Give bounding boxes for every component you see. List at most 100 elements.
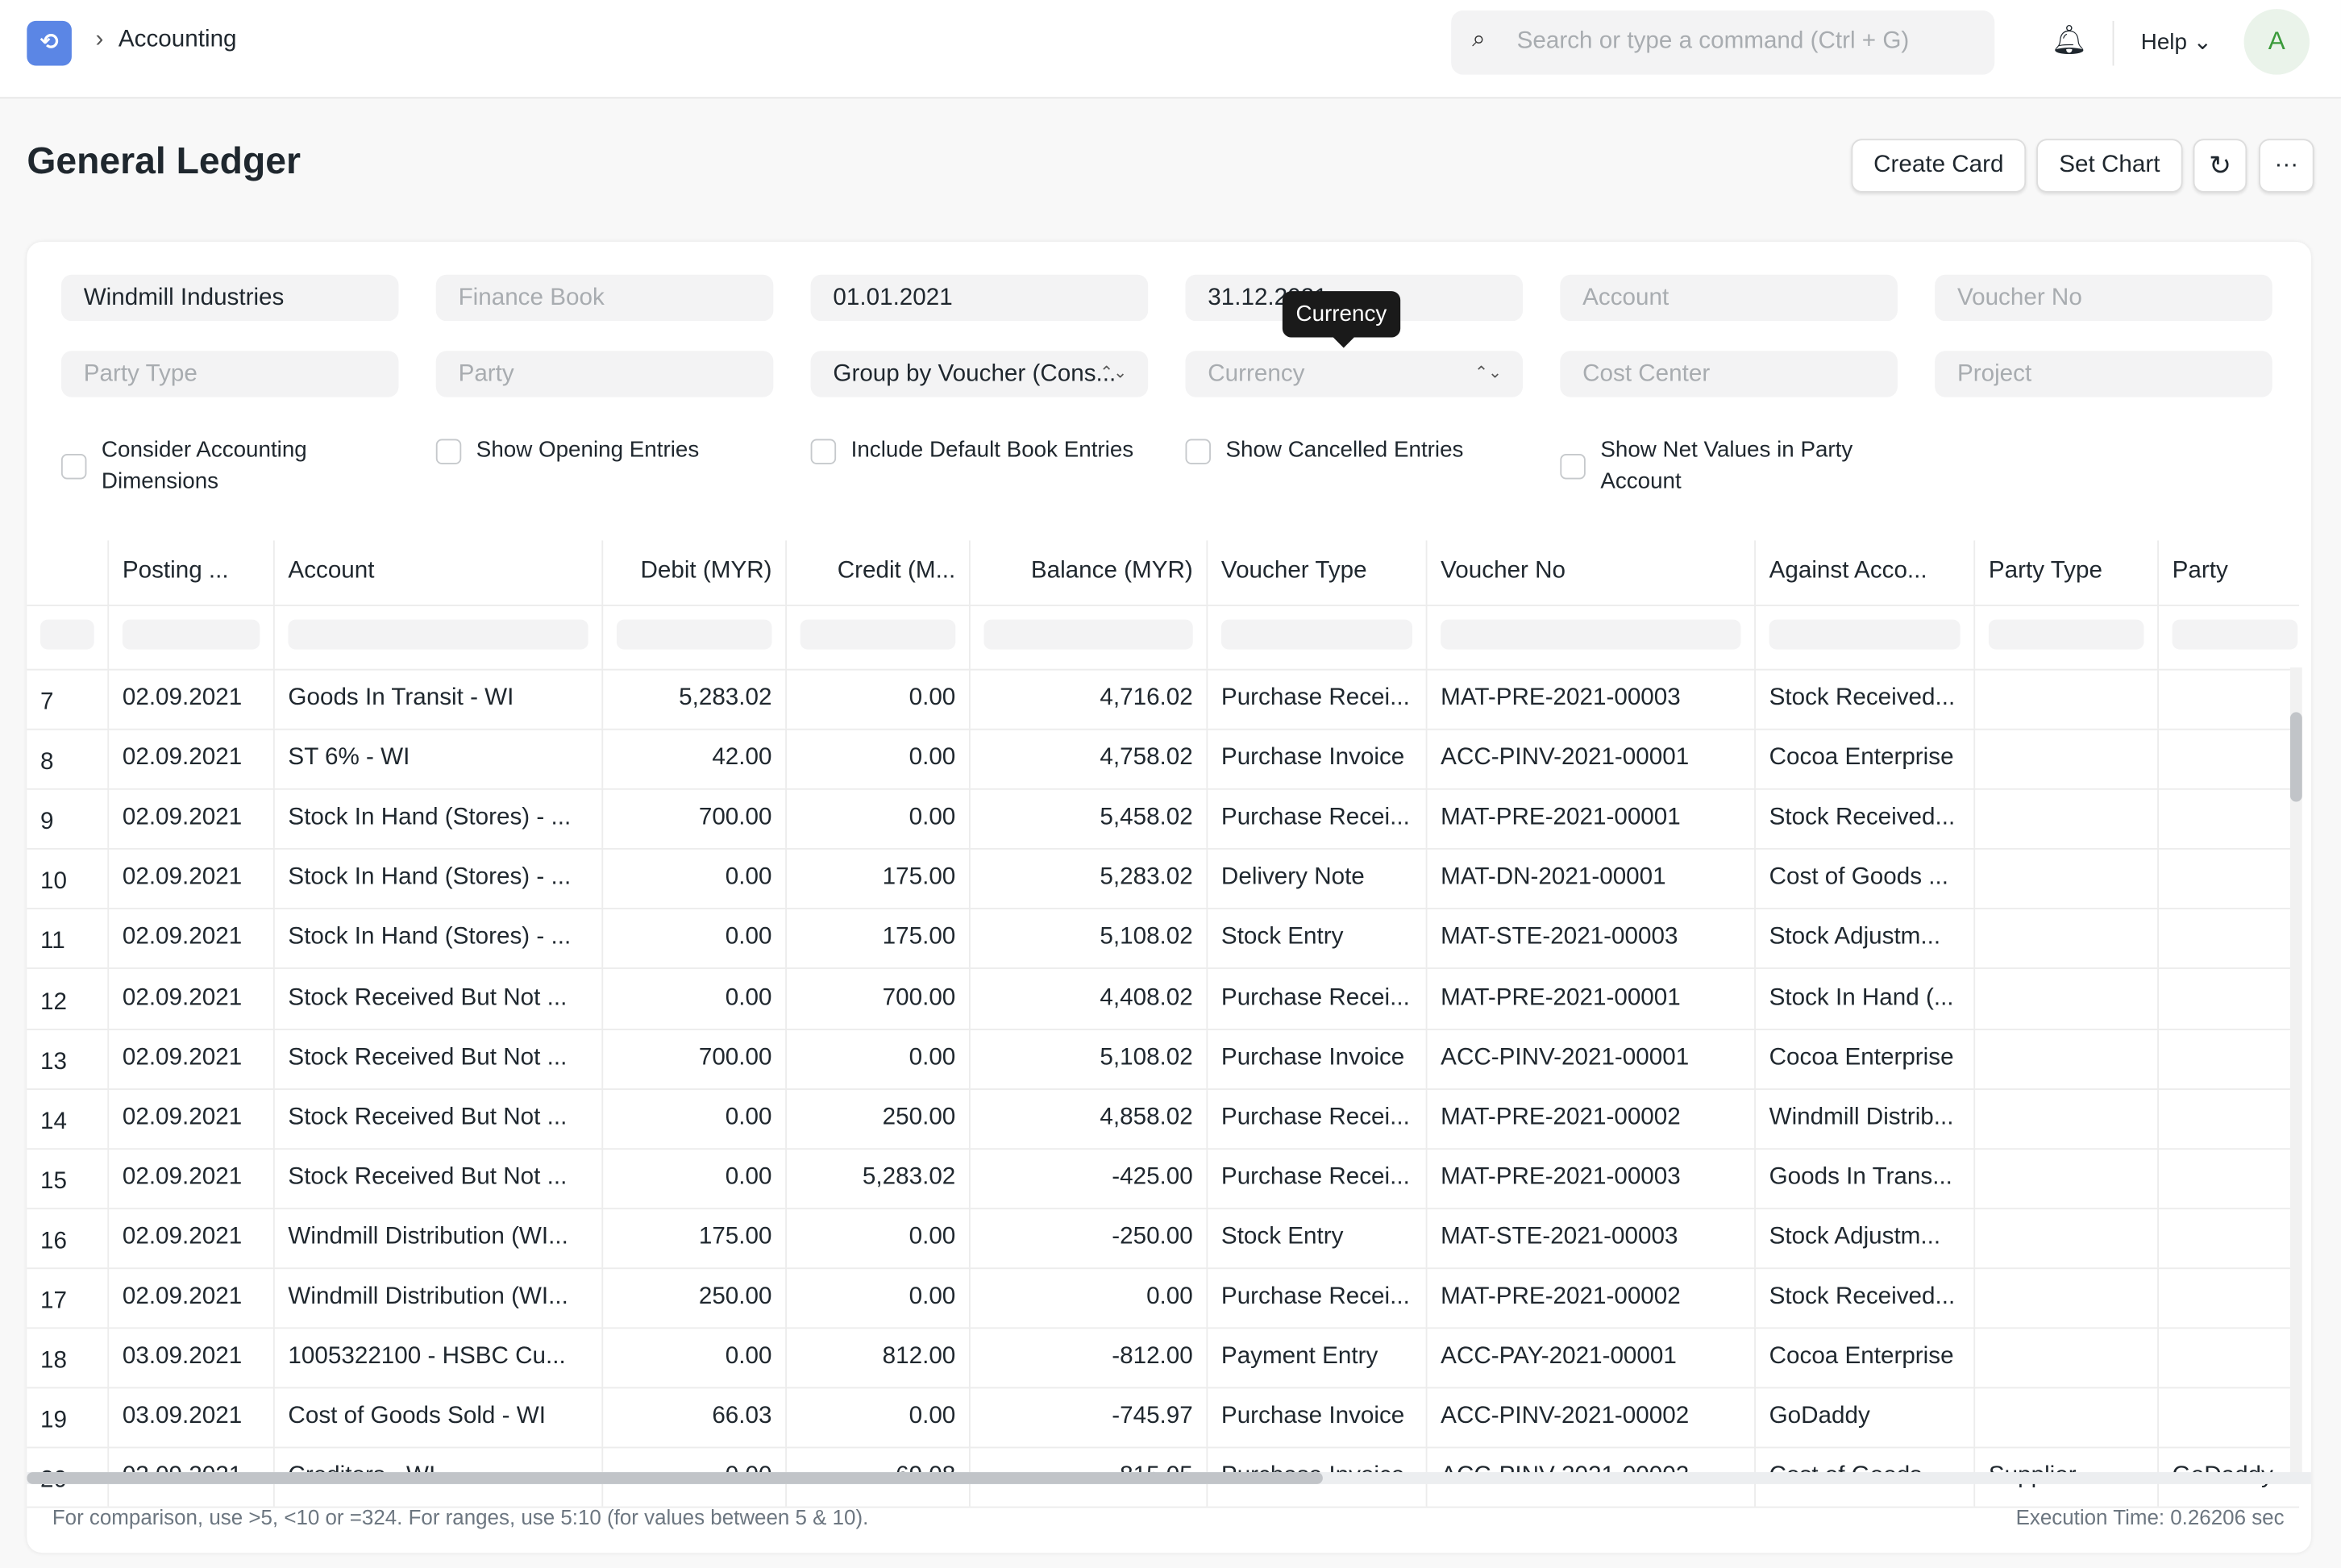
voucher-no-field[interactable]: Voucher No bbox=[1935, 274, 2272, 322]
table-cell[interactable]: 0.00 bbox=[785, 1208, 969, 1268]
table-cell[interactable]: 5,108.02 bbox=[968, 1028, 1206, 1088]
table-cell[interactable] bbox=[2157, 1387, 2311, 1447]
table-cell[interactable] bbox=[2157, 668, 2311, 729]
table-cell[interactable]: ST 6% - WI bbox=[272, 728, 601, 789]
table-cell[interactable]: Stock Received But Not ... bbox=[272, 1028, 601, 1088]
table-cell[interactable]: Purchase Recei... bbox=[1206, 968, 1425, 1029]
refresh-icon[interactable]: ↻ bbox=[2193, 139, 2247, 193]
table-cell[interactable]: 1005322100 - HSBC Cu... bbox=[272, 1327, 601, 1387]
set-chart-button[interactable]: Set Chart bbox=[2036, 139, 2183, 193]
table-cell[interactable] bbox=[1973, 728, 2157, 789]
table-cell[interactable]: 5,458.02 bbox=[968, 788, 1206, 849]
table-cell[interactable]: Windmill Distribution (WI... bbox=[272, 1267, 601, 1328]
table-cell[interactable]: 4,758.02 bbox=[968, 728, 1206, 789]
table-cell[interactable]: Purchase Invoice bbox=[1206, 1028, 1425, 1088]
table-cell[interactable] bbox=[1973, 1147, 2157, 1208]
table-cell[interactable]: Stock Adjustm... bbox=[1754, 1208, 1973, 1268]
breadcrumb[interactable]: › Accounting bbox=[96, 27, 237, 53]
table-cell[interactable]: Delivery Note bbox=[1206, 848, 1425, 909]
table-cell[interactable]: 0.00 bbox=[968, 1267, 1206, 1328]
cost-center-field[interactable]: Cost Center bbox=[1560, 351, 1898, 397]
column-header[interactable]: Voucher Type bbox=[1206, 540, 1425, 605]
from-date-field[interactable]: 01.01.2021 bbox=[810, 274, 1149, 322]
table-cell[interactable] bbox=[2157, 788, 2311, 849]
finance-book-field[interactable]: Finance Book bbox=[435, 274, 774, 322]
column-filter-input[interactable] bbox=[1754, 605, 1973, 669]
column-filter-input[interactable] bbox=[1973, 605, 2157, 669]
table-cell[interactable]: 0.00 bbox=[601, 1327, 785, 1387]
table-cell[interactable] bbox=[2157, 728, 2311, 789]
horizontal-scrollbar[interactable] bbox=[27, 1472, 2311, 1484]
table-cell[interactable] bbox=[1973, 908, 2157, 968]
company-field[interactable]: Windmill Industries bbox=[60, 274, 399, 322]
table-cell[interactable] bbox=[2157, 908, 2311, 968]
column-filter-input[interactable] bbox=[27, 605, 107, 669]
table-cell[interactable]: 5,108.02 bbox=[968, 908, 1206, 968]
table-cell[interactable]: MAT-PRE-2021-00001 bbox=[1425, 968, 1754, 1029]
table-cell[interactable]: 02.09.2021 bbox=[107, 788, 273, 849]
column-filter-input[interactable] bbox=[968, 605, 1206, 669]
table-cell[interactable]: 0.00 bbox=[601, 968, 785, 1029]
column-filter-input[interactable] bbox=[107, 605, 273, 669]
column-header[interactable]: Debit (MYR) bbox=[601, 540, 785, 605]
table-cell[interactable]: 4,716.02 bbox=[968, 668, 1206, 729]
table-cell[interactable]: Purchase Recei... bbox=[1206, 788, 1425, 849]
table-cell[interactable]: Cost of Goods ... bbox=[1754, 848, 1973, 909]
table-cell[interactable]: Cocoa Enterprise bbox=[1754, 728, 1973, 789]
table-cell[interactable] bbox=[2157, 1267, 2311, 1328]
column-header[interactable]: Account bbox=[272, 540, 601, 605]
table-cell[interactable]: Purchase Recei... bbox=[1206, 1088, 1425, 1148]
table-cell[interactable]: MAT-PRE-2021-00002 bbox=[1425, 1088, 1754, 1148]
column-header[interactable]: Credit (M... bbox=[785, 540, 969, 605]
table-cell[interactable]: Windmill Distribution (WI... bbox=[272, 1208, 601, 1268]
column-header[interactable]: Against Acco... bbox=[1754, 540, 1973, 605]
search-input[interactable]: ⌕ Search or type a command (Ctrl + G) bbox=[1451, 10, 1995, 75]
column-filter-input[interactable] bbox=[2157, 605, 2311, 669]
table-cell[interactable]: 66.03 bbox=[601, 1387, 785, 1447]
table-cell[interactable]: Purchase Invoice bbox=[1206, 1387, 1425, 1447]
column-filter-input[interactable] bbox=[785, 605, 969, 669]
row-index[interactable]: 14 bbox=[27, 1088, 107, 1148]
row-index[interactable]: 16 bbox=[27, 1208, 107, 1267]
table-cell[interactable] bbox=[2157, 1208, 2311, 1268]
table-cell[interactable]: -812.00 bbox=[968, 1327, 1206, 1387]
table-cell[interactable]: Stock In Hand (Stores) - ... bbox=[272, 908, 601, 968]
table-cell[interactable] bbox=[1973, 1088, 2157, 1148]
table-cell[interactable]: 0.00 bbox=[785, 1267, 969, 1328]
table-cell[interactable]: Stock Received But Not ... bbox=[272, 1147, 601, 1208]
project-field[interactable]: Project bbox=[1935, 351, 2272, 397]
table-cell[interactable]: Stock Adjustm... bbox=[1754, 908, 1973, 968]
table-cell[interactable]: Stock In Hand (Stores) - ... bbox=[272, 788, 601, 849]
table-cell[interactable]: Purchase Invoice bbox=[1206, 728, 1425, 789]
table-cell[interactable]: 02.09.2021 bbox=[107, 848, 273, 909]
table-cell[interactable]: 700.00 bbox=[601, 1028, 785, 1088]
table-cell[interactable]: Stock Received... bbox=[1754, 1267, 1973, 1328]
table-cell[interactable]: 02.09.2021 bbox=[107, 1267, 273, 1328]
account-field[interactable]: Account bbox=[1560, 274, 1898, 322]
table-cell[interactable]: GoDaddy bbox=[1754, 1387, 1973, 1447]
table-cell[interactable] bbox=[1973, 1327, 2157, 1387]
table-cell[interactable]: Cocoa Enterprise bbox=[1754, 1327, 1973, 1387]
column-header[interactable]: Posting ... bbox=[107, 540, 273, 605]
table-cell[interactable] bbox=[1973, 668, 2157, 729]
row-index[interactable]: 8 bbox=[27, 729, 107, 788]
create-card-button[interactable]: Create Card bbox=[1851, 139, 2027, 193]
table-cell[interactable]: ACC-PINV-2021-00002 bbox=[1425, 1387, 1754, 1447]
table-cell[interactable]: 0.00 bbox=[785, 728, 969, 789]
table-cell[interactable]: 175.00 bbox=[785, 908, 969, 968]
table-cell[interactable]: MAT-PRE-2021-00002 bbox=[1425, 1267, 1754, 1328]
table-cell[interactable] bbox=[2157, 1088, 2311, 1148]
table-cell[interactable] bbox=[2157, 1327, 2311, 1387]
checkbox[interactable] bbox=[60, 454, 87, 480]
table-cell[interactable]: Stock Entry bbox=[1206, 908, 1425, 968]
avatar[interactable]: A bbox=[2243, 9, 2310, 75]
table-cell[interactable]: 5,283.02 bbox=[968, 848, 1206, 909]
table-cell[interactable]: 02.09.2021 bbox=[107, 1088, 273, 1148]
table-cell[interactable] bbox=[1973, 1267, 2157, 1328]
help-dropdown[interactable]: Help ⌄ bbox=[2141, 28, 2212, 55]
table-cell[interactable]: 175.00 bbox=[601, 1208, 785, 1268]
party-field[interactable]: Party bbox=[435, 351, 774, 397]
table-cell[interactable]: 700.00 bbox=[785, 968, 969, 1029]
table-cell[interactable]: ACC-PINV-2021-00001 bbox=[1425, 1028, 1754, 1088]
table-cell[interactable]: Purchase Recei... bbox=[1206, 1267, 1425, 1328]
